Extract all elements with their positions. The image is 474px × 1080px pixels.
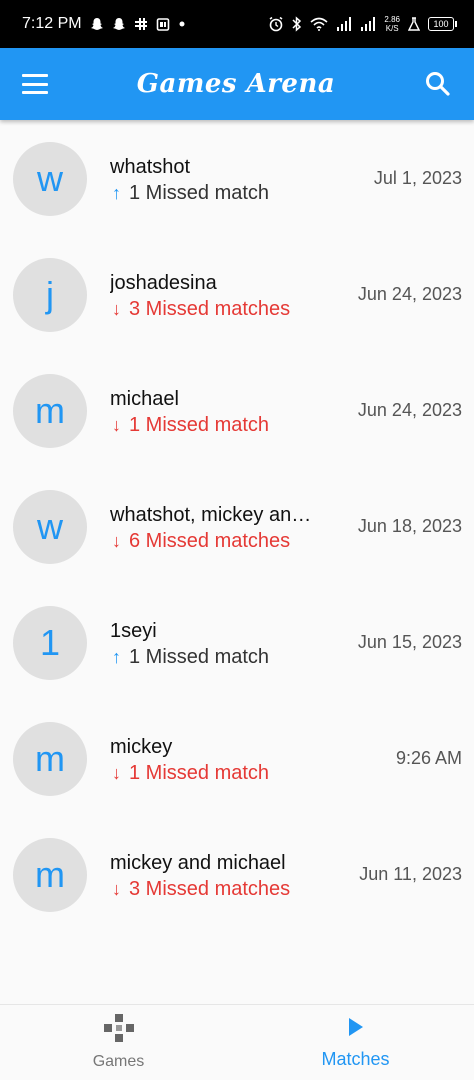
arrow-down-icon: ↓ bbox=[112, 531, 121, 551]
dot-icon bbox=[178, 20, 186, 28]
nav-matches-label: Matches bbox=[321, 1048, 390, 1069]
match-date: Jun 15, 2023 bbox=[357, 632, 462, 652]
snapchat-icon bbox=[90, 17, 104, 31]
missed-match-status: ↓ 6 Missed matches bbox=[112, 530, 290, 553]
avatar: w bbox=[13, 142, 87, 216]
signal-icon bbox=[336, 17, 352, 31]
play-icon bbox=[346, 1016, 366, 1043]
avatar: j bbox=[13, 258, 87, 332]
avatar: w bbox=[13, 490, 87, 564]
arrow-up-icon: ↑ bbox=[112, 183, 121, 203]
match-name: michael bbox=[110, 388, 179, 410]
match-date: Jun 24, 2023 bbox=[357, 400, 462, 420]
network-speed-value: 2.86 bbox=[384, 15, 400, 24]
match-name: whatshot bbox=[110, 156, 191, 178]
match-name: 1seyi bbox=[110, 620, 157, 642]
match-row[interactable]: m mickey and michael ↓ 3 Missed matches Jun … bbox=[0, 816, 474, 932]
alarm-icon bbox=[268, 16, 284, 32]
match-name: mickey bbox=[110, 736, 173, 758]
match-date: Jun 18, 2023 bbox=[357, 516, 462, 536]
missed-match-status: ↓ 1 Missed match bbox=[112, 762, 269, 785]
avatar: m bbox=[13, 374, 87, 448]
slack-icon bbox=[134, 17, 148, 31]
match-name: joshadesina bbox=[110, 272, 217, 294]
status-bar: 7:12 PM 2.86 K/S 100 bbox=[0, 0, 474, 48]
bluetooth-icon bbox=[292, 16, 302, 32]
search-icon[interactable] bbox=[424, 70, 452, 98]
avatar: m bbox=[13, 838, 87, 912]
missed-match-status: ↓ 1 Missed match bbox=[112, 414, 269, 437]
match-date: Jun 11, 2023 bbox=[359, 864, 462, 884]
match-date: 9:26 AM bbox=[395, 748, 462, 768]
signal-icon bbox=[360, 17, 376, 31]
missed-match-text: 1 Missed match bbox=[129, 762, 270, 784]
arrow-down-icon: ↓ bbox=[112, 879, 121, 899]
nav-games-label: Games bbox=[92, 1053, 145, 1070]
match-row[interactable]: 1 1seyi ↑ 1 Missed match Jun 15, 2023 bbox=[0, 584, 474, 700]
app-bar: Games Arena bbox=[0, 48, 474, 120]
match-row[interactable]: w whatshot, mickey and michael ↓ 6 Missed m… bbox=[0, 468, 474, 584]
matches-list: w whatshot ↑ 1 Missed match Jul 1, 2023 j josh… bbox=[0, 120, 474, 932]
app-title: Games Arena bbox=[136, 69, 336, 99]
match-row[interactable]: w whatshot ↑ 1 Missed match Jul 1, 2023 bbox=[0, 120, 474, 236]
match-row[interactable]: j joshadesina ↓ 3 Missed matches Jun 24, 202… bbox=[0, 236, 474, 352]
arrow-down-icon: ↓ bbox=[112, 299, 121, 319]
nav-games[interactable]: Games bbox=[0, 1005, 237, 1080]
snapchat-icon bbox=[112, 17, 126, 31]
battery-level: 100 bbox=[433, 19, 449, 29]
match-name: mickey and michael bbox=[110, 852, 286, 874]
status-bar-right: 2.86 K/S 100 bbox=[268, 15, 457, 33]
missed-match-status: ↓ 3 Missed matches bbox=[112, 298, 290, 321]
missed-match-text: 1 Missed match bbox=[129, 414, 270, 436]
missed-match-text: 3 Missed matches bbox=[129, 298, 291, 320]
missed-match-text: 6 Missed matches bbox=[129, 530, 291, 552]
match-name: whatshot, mickey and michael bbox=[110, 504, 322, 526]
match-row[interactable]: m mickey ↓ 1 Missed match 9:26 AM bbox=[0, 700, 474, 816]
battery-indicator: 100 bbox=[428, 17, 457, 31]
match-row[interactable]: m michael ↓ 1 Missed match Jun 24, 2023 bbox=[0, 352, 474, 468]
missed-match-text: 1 Missed match bbox=[129, 646, 270, 668]
match-date: Jul 1, 2023 bbox=[373, 168, 462, 188]
arrow-up-icon: ↑ bbox=[112, 647, 121, 667]
arrow-down-icon: ↓ bbox=[112, 763, 121, 783]
missed-match-status: ↑ 1 Missed match bbox=[112, 646, 269, 669]
gamepad-icon bbox=[103, 1014, 134, 1047]
missed-match-status: ↑ 1 Missed match bbox=[112, 182, 269, 205]
avatar: m bbox=[13, 722, 87, 796]
arrow-down-icon: ↓ bbox=[112, 415, 121, 435]
wifi-icon bbox=[310, 17, 328, 31]
missed-match-text: 1 Missed match bbox=[129, 182, 270, 204]
menu-icon[interactable] bbox=[22, 74, 48, 94]
missed-match-text: 3 Missed matches bbox=[129, 878, 291, 900]
avatar: 1 bbox=[13, 606, 87, 680]
network-speed: 2.86 K/S bbox=[384, 15, 400, 33]
match-date: Jun 24, 2023 bbox=[357, 284, 462, 304]
lab-icon bbox=[408, 17, 420, 31]
network-speed-unit: K/S bbox=[385, 24, 399, 33]
calendar-icon bbox=[156, 17, 170, 31]
status-time: 7:12 PM bbox=[22, 15, 82, 32]
status-bar-left: 7:12 PM bbox=[22, 15, 186, 33]
nav-matches[interactable]: Matches bbox=[237, 1005, 474, 1080]
missed-match-status: ↓ 3 Missed matches bbox=[112, 878, 290, 901]
bottom-navigation: Games Matches bbox=[0, 1004, 474, 1080]
